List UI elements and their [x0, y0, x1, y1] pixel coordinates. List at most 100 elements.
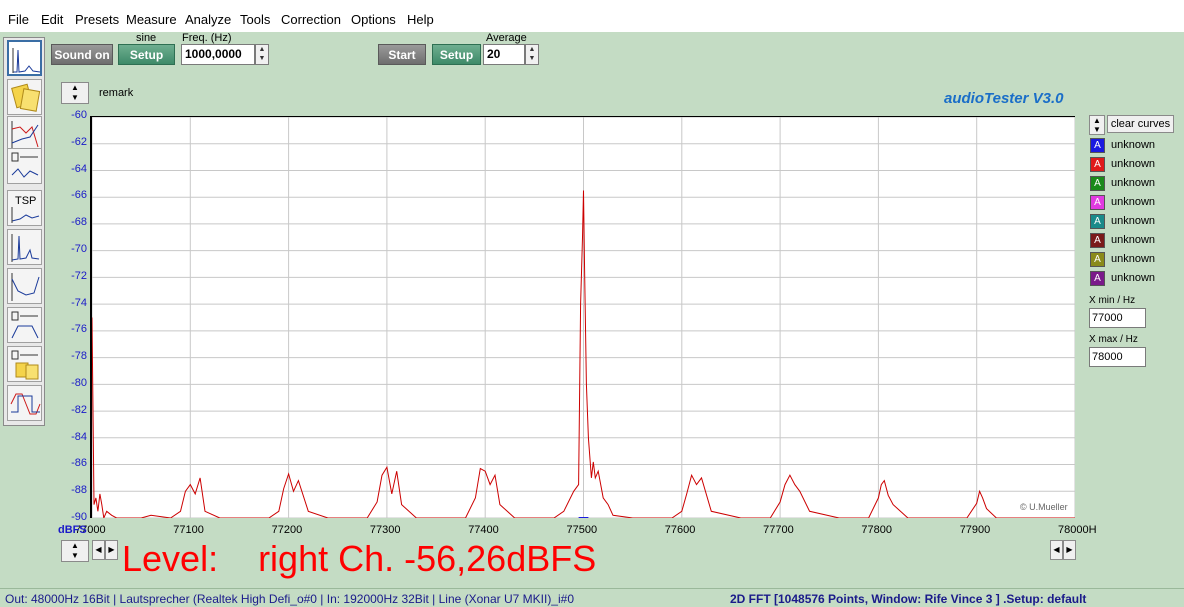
- frequency-input[interactable]: 1000,0000: [181, 44, 255, 65]
- sound-on-button[interactable]: Sound on: [51, 44, 113, 65]
- xmin-input[interactable]: 77000: [1089, 308, 1146, 328]
- status-io: Out: 48000Hz 16Bit | Lautsprecher (Realt…: [5, 592, 574, 606]
- freq-label: Freq. (Hz): [182, 32, 232, 44]
- distortion-tool-icon[interactable]: [7, 268, 42, 304]
- y-tick-label: -90: [71, 511, 87, 523]
- response-tool-icon[interactable]: [7, 116, 42, 152]
- y-tick-label: -70: [71, 243, 87, 255]
- curve-color-icon[interactable]: A: [1090, 138, 1105, 153]
- y-tick-label: -86: [71, 457, 87, 470]
- menu-tools[interactable]: Tools: [240, 12, 270, 27]
- speaker-tool-icon[interactable]: [7, 148, 42, 184]
- menu-measure[interactable]: Measure: [126, 12, 177, 27]
- remark-label: remark: [99, 87, 134, 99]
- curve-label: unknown: [1111, 272, 1156, 284]
- x-tick-label: 77300: [369, 524, 401, 536]
- x-tick-label: 77500: [566, 524, 598, 536]
- sound-setup-button[interactable]: Setup: [118, 44, 175, 65]
- curve-label: unknown: [1111, 196, 1156, 208]
- menu-options[interactable]: Options: [351, 12, 396, 27]
- start-button[interactable]: Start: [378, 44, 426, 65]
- spin-down-icon[interactable]: ▼: [256, 54, 268, 63]
- curve-color-icon[interactable]: A: [1090, 157, 1105, 172]
- fft-plot[interactable]: [90, 116, 1076, 520]
- spectrum-tool-icon[interactable]: [7, 40, 42, 76]
- scroll-right-right-icon[interactable]: ▶: [1063, 540, 1076, 560]
- waveform-tool-icon[interactable]: [7, 385, 42, 421]
- curve-label: unknown: [1111, 253, 1156, 265]
- spin-down-icon[interactable]: ▼: [526, 54, 538, 63]
- curve-label: unknown: [1111, 158, 1156, 170]
- curve-color-icon[interactable]: A: [1090, 214, 1105, 229]
- curves-updown[interactable]: ▲ ▼: [1089, 115, 1105, 135]
- level-readout: Level: right Ch. -56,26dBFS: [122, 538, 597, 579]
- y-tick-label: -88: [71, 484, 87, 497]
- y-tick-label: -84: [71, 430, 87, 443]
- menu-correction[interactable]: Correction: [281, 12, 341, 27]
- y-tick-label: -68: [71, 216, 87, 229]
- status-analysis: 2D FFT [1048576 Points, Window: Rife Vin…: [730, 592, 1087, 606]
- copyright-label: © U.Mueller: [1020, 502, 1068, 512]
- average-spinner[interactable]: ▲ ▼: [525, 44, 539, 65]
- average-input[interactable]: 20: [483, 44, 525, 65]
- measure-setup-button[interactable]: Setup: [432, 44, 481, 65]
- status-bar: Out: 48000Hz 16Bit | Lautsprecher (Realt…: [0, 588, 1184, 607]
- filter-tool-icon[interactable]: [7, 307, 42, 343]
- x-tick-label: 77800: [861, 524, 892, 536]
- curve-color-icon[interactable]: A: [1090, 252, 1105, 267]
- y-tick-label: -60: [71, 109, 87, 121]
- y-tick-label: -80: [71, 377, 87, 389]
- fft-plot-svg: [91, 116, 1076, 520]
- x-tick-label: 77100: [173, 524, 204, 536]
- notes-tool-icon[interactable]: [7, 79, 42, 115]
- x-tick-label: 77400: [468, 524, 499, 536]
- y-unit-label: dBFS: [58, 524, 87, 536]
- curve-label: unknown: [1111, 177, 1156, 189]
- menu-file[interactable]: File: [8, 12, 29, 27]
- menu-help[interactable]: Help: [407, 12, 434, 27]
- scroll-left-right-icon[interactable]: ◀: [1050, 540, 1063, 560]
- scroll-right-icon[interactable]: ▶: [105, 540, 118, 560]
- tool-palette: TSP: [3, 37, 45, 426]
- app-brand: audioTester V3.0: [944, 90, 1064, 107]
- x-tick-label: 77700: [763, 524, 794, 536]
- y-tick-label: -82: [71, 403, 87, 416]
- y-tick-label: -72: [71, 269, 87, 282]
- curve-label: unknown: [1111, 234, 1156, 246]
- svg-text:TSP: TSP: [15, 195, 36, 207]
- curve-color-icon[interactable]: A: [1090, 195, 1105, 210]
- scroll-left-icon[interactable]: ◀: [92, 540, 105, 560]
- speaker-notes-tool-icon[interactable]: [7, 346, 42, 382]
- curve-color-icon[interactable]: A: [1090, 176, 1105, 191]
- menu-edit[interactable]: Edit: [41, 12, 63, 27]
- x-tick-label: 77600: [664, 524, 696, 536]
- spin-up-icon[interactable]: ▲: [526, 45, 538, 54]
- menu-presets[interactable]: Presets: [75, 12, 119, 27]
- clear-curves-button[interactable]: clear curves: [1107, 115, 1174, 133]
- xmax-label: X max / Hz: [1089, 334, 1138, 345]
- xmin-label: X min / Hz: [1089, 295, 1136, 306]
- tsp-tool-icon[interactable]: TSP: [7, 190, 42, 226]
- y-tick-label: -74: [71, 296, 87, 309]
- waveform-label: sine: [136, 32, 157, 44]
- fft-tool-icon[interactable]: [7, 229, 42, 265]
- x-tick-label: 77200: [271, 524, 303, 536]
- curve-label: unknown: [1111, 215, 1156, 227]
- curve-color-icon[interactable]: A: [1090, 233, 1105, 248]
- frequency-spinner[interactable]: ▲ ▼: [255, 44, 269, 65]
- x-tick-label: 78000H: [1058, 524, 1097, 536]
- xmax-input[interactable]: 78000: [1089, 347, 1146, 367]
- curve-color-icon[interactable]: A: [1090, 271, 1105, 286]
- spin-up-icon[interactable]: ▲: [256, 45, 268, 54]
- menu-bar: File Edit Presets Measure Analyze Tools …: [0, 0, 1184, 32]
- y-tick-label: -66: [71, 189, 87, 202]
- y-tick-label: -62: [71, 135, 87, 148]
- average-label: Average: [486, 32, 527, 44]
- y-tick-label: -76: [71, 323, 87, 336]
- menu-analyze[interactable]: Analyze: [185, 12, 231, 27]
- zoom-updown[interactable]: ▲ ▼: [61, 540, 89, 562]
- x-tick-label: 77900: [959, 524, 991, 536]
- remark-updown[interactable]: ▲ ▼: [61, 82, 89, 104]
- y-tick-label: -64: [71, 162, 87, 175]
- curve-label: unknown: [1111, 139, 1156, 151]
